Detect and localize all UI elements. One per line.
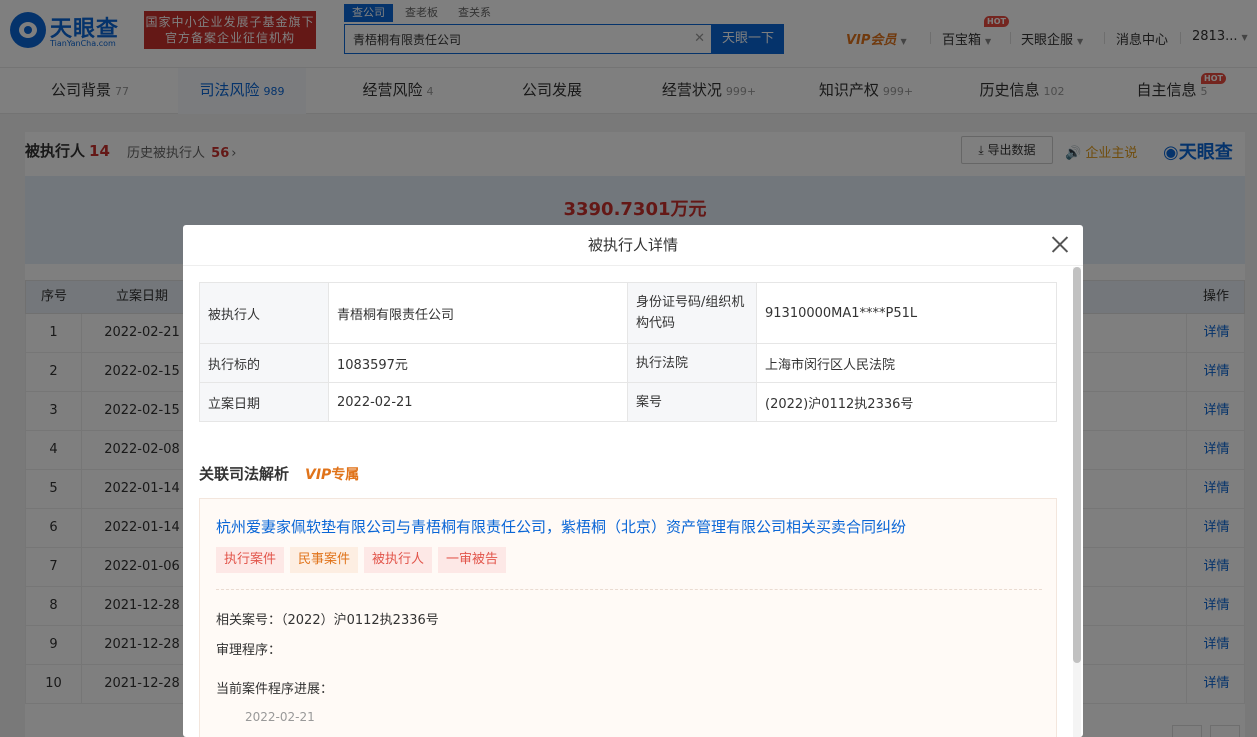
filing-date-value: 2022-02-21 (328, 382, 628, 422)
tag-executed-person: 被执行人 (364, 547, 433, 573)
court-label: 执行法院 (627, 343, 757, 383)
id-code-label: 身份证号码/组织机构代码 (627, 282, 757, 344)
tag-first-instance-defendant: 一审被告 (438, 547, 507, 573)
tag-execution-case: 执行案件 (216, 547, 285, 573)
case-no-value: (2022)沪0112执2336号 (756, 382, 1057, 422)
app: 天眼查 TianYanCha.com 国家中小企业发展子基金旗下 官方备案企业征… (0, 0, 1257, 737)
divider (216, 589, 1042, 590)
close-icon[interactable] (1049, 233, 1071, 255)
executed-person-label: 被执行人 (199, 282, 329, 344)
related-case-card: 杭州爱妻家佩软垫有限公司与青梧桐有限责任公司，紫梧桐（北京）资产管理有限公司相关… (199, 498, 1057, 737)
progress-label: 当前案件程序进展： (216, 682, 334, 697)
detail-table: 被执行人 青梧桐有限责任公司 身份证号码/组织机构代码 91310000MA1*… (199, 282, 1057, 422)
case-no-label: 案号 (627, 382, 757, 422)
scrollbar-thumb[interactable] (1073, 267, 1081, 663)
target-value: 1083597元 (328, 343, 628, 383)
case-tags: 执行案件 民事案件 被执行人 一审被告 (216, 547, 512, 573)
court-value: 上海市闵行区人民法院 (756, 343, 1057, 383)
executed-person-value: 青梧桐有限责任公司 (328, 282, 628, 344)
tag-civil-case: 民事案件 (290, 547, 359, 573)
progress-date: 2022-02-21 (245, 710, 315, 724)
modal-title: 被执行人详情 (183, 225, 1083, 266)
case-title-link[interactable]: 杭州爱妻家佩软垫有限公司与青梧桐有限责任公司，紫梧桐（北京）资产管理有限公司相关… (216, 516, 906, 537)
vip-suffix: 专属 (331, 467, 360, 483)
id-code-value: 91310000MA1****P51L (756, 282, 1057, 344)
executed-person-detail-modal: 被执行人详情 被执行人 青梧桐有限责任公司 身份证号码/组织机构代码 91310… (183, 225, 1083, 737)
vip-label: VIP (305, 467, 332, 483)
related-case-no: 相关案号：（2022）沪0112执2336号 (216, 613, 439, 628)
vip-exclusive-badge: VIP专属 (305, 464, 359, 484)
modal-scrollbar[interactable] (1073, 267, 1081, 737)
filing-date-label: 立案日期 (199, 382, 329, 422)
related-analysis-title: 关联司法解析 (199, 465, 290, 483)
target-label: 执行标的 (199, 343, 329, 383)
trial-procedure: 审理程序： (216, 643, 282, 658)
